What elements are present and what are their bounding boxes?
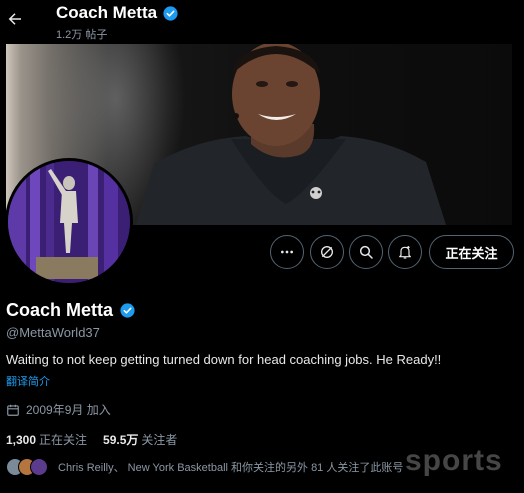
more-icon <box>281 250 293 254</box>
back-button[interactable] <box>4 8 26 30</box>
translate-bio-link[interactable]: 翻译简介 <box>6 373 50 389</box>
grok-icon <box>321 246 333 258</box>
following-label: 正在关注 <box>39 433 88 447</box>
avatar-image <box>8 161 130 283</box>
verified-badge-icon <box>120 303 135 318</box>
watermark: sports <box>405 444 503 477</box>
search-button[interactable] <box>349 235 383 269</box>
profile-name: Coach Metta <box>6 300 136 321</box>
join-date: 2009年9月 加入 <box>6 401 111 418</box>
grok-button[interactable] <box>310 235 344 269</box>
search-icon <box>359 245 373 259</box>
mutual-avatar <box>30 458 48 476</box>
banner-person-image <box>136 44 446 225</box>
profile-avatar[interactable] <box>5 158 133 286</box>
notification-bell-icon <box>399 246 411 259</box>
follow-stats: 1,300 正在关注 59.5万 关注者 <box>6 431 177 448</box>
profile-bio: Waiting to not keep getting turned down … <box>6 352 442 367</box>
profile-handle: @MettaWorld37 <box>6 325 100 340</box>
notifications-button[interactable] <box>388 235 422 269</box>
following-count-link[interactable]: 1,300 正在关注 <box>6 431 87 448</box>
calendar-icon <box>7 404 19 416</box>
followers-you-know-text: Chris Reilly、 New York Basketball 和你关注的另… <box>58 462 404 474</box>
more-button[interactable] <box>270 235 304 269</box>
mutual-avatars <box>6 458 50 476</box>
followers-count-link[interactable]: 59.5万 关注者 <box>103 431 177 448</box>
header-post-count: 1.2万 帖子 <box>56 29 108 41</box>
arrow-left-icon <box>8 13 21 25</box>
header-name-text: Coach Metta <box>56 3 158 22</box>
followers-count: 59.5万 <box>103 433 139 447</box>
top-bar: Coach Metta 1.2万 帖子 <box>0 0 524 44</box>
join-date-text: 2009年9月 加入 <box>26 403 111 417</box>
following-count: 1,300 <box>6 433 37 447</box>
profile-name-text: Coach Metta <box>6 300 114 320</box>
following-button[interactable]: 正在关注 <box>429 235 514 269</box>
followers-you-know[interactable]: Chris Reilly、 New York Basketball 和你关注的另… <box>6 458 403 476</box>
followers-label: 关注者 <box>141 433 178 447</box>
header-profile-name: Coach Metta <box>56 3 179 23</box>
verified-badge-icon <box>163 5 178 21</box>
